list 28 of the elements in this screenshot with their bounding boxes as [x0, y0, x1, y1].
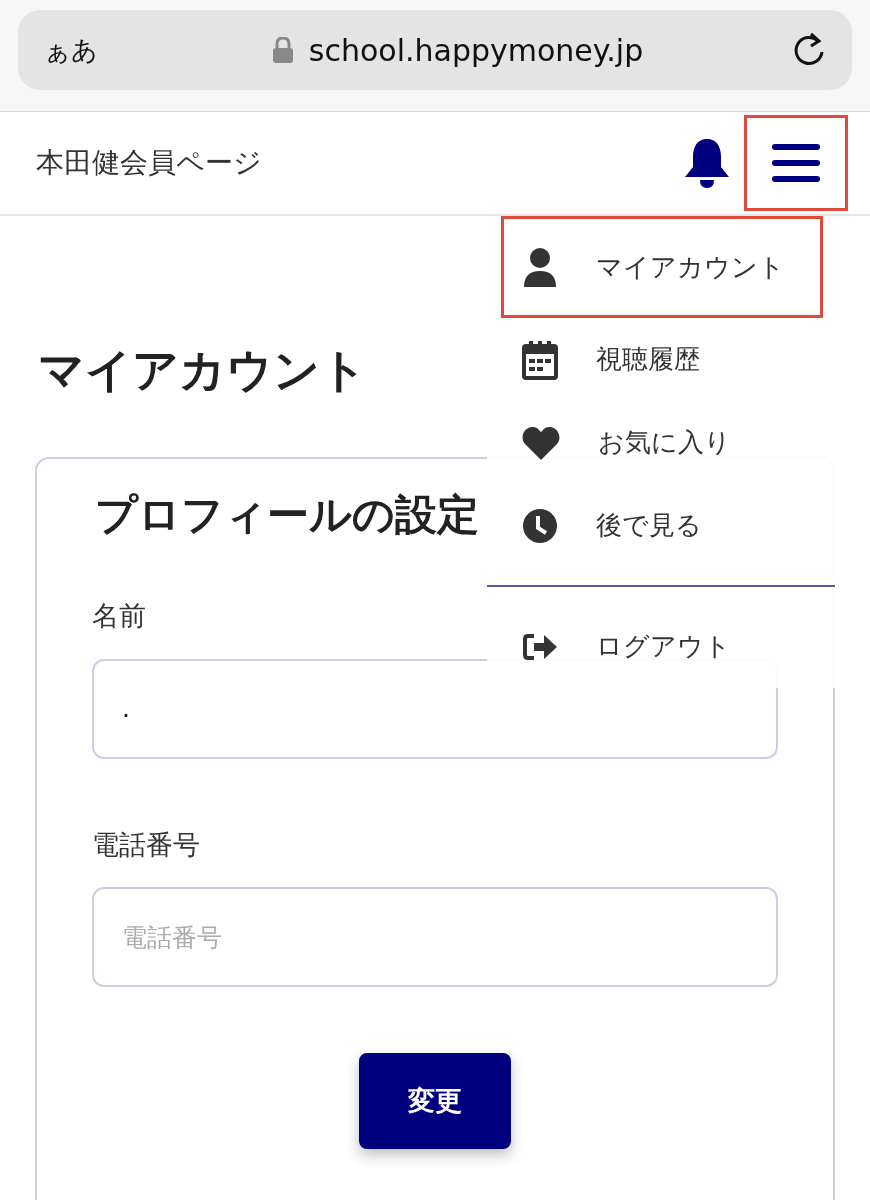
reload-icon[interactable]: [792, 32, 826, 68]
address-bar[interactable]: ぁあ school.happymoney.jp: [18, 10, 852, 90]
menu-item[interactable]: 視聴履歴: [501, 318, 823, 401]
menu-label: 後で見る: [596, 509, 702, 542]
menu-label: 視聴履歴: [596, 343, 700, 376]
field-label: 名前: [92, 599, 147, 633]
menu-item[interactable]: お気に入り: [501, 401, 823, 484]
menu-item[interactable]: 後で見る: [501, 484, 823, 567]
url-text: school.happymoney.jp: [308, 31, 644, 70]
card-title: プロフィールの設定: [95, 489, 479, 541]
menu-icon: [772, 143, 820, 183]
site-title: 本田健会員ページ: [36, 145, 263, 181]
phone-field[interactable]: 電話番号: [92, 887, 778, 987]
menu-button[interactable]: [744, 115, 848, 211]
menu-label: マイアカウント: [596, 250, 785, 284]
calendar-icon: [522, 339, 558, 380]
person-icon: [522, 247, 558, 287]
lock-icon: [272, 37, 293, 63]
menu-item[interactable]: マイアカウント: [501, 216, 823, 318]
clock-icon: [522, 507, 558, 544]
submit-button[interactable]: 変更: [359, 1053, 511, 1149]
page-title: マイアカウント: [38, 342, 367, 399]
text-size-button[interactable]: ぁあ: [44, 30, 124, 70]
menu-label: お気に入り: [598, 426, 731, 459]
field-label: 電話番号: [92, 827, 201, 862]
logout-icon: [522, 631, 558, 662]
bell-icon[interactable]: [684, 137, 730, 189]
heart-icon: [522, 425, 560, 460]
